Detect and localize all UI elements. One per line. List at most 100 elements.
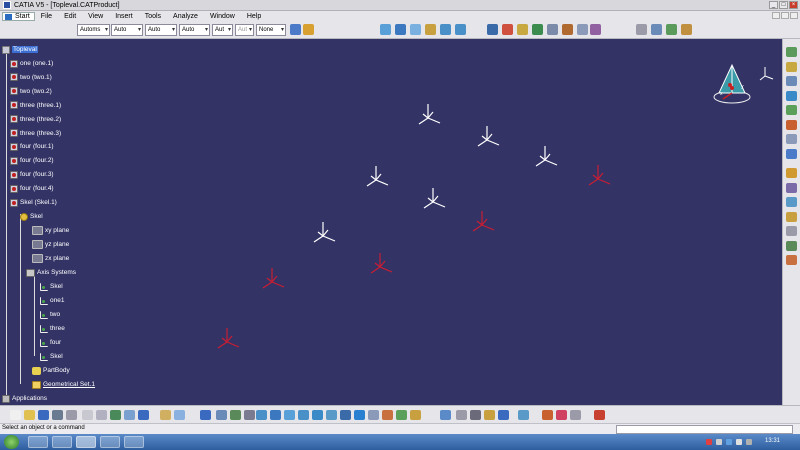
menu-analyze[interactable]: Analyze	[167, 13, 204, 20]
layer-combo[interactable]: None	[256, 24, 286, 36]
tray-alert-icon[interactable]	[706, 439, 712, 445]
bottom-tool-icon[interactable]	[354, 410, 365, 420]
bottom-tool-icon[interactable]	[470, 410, 481, 420]
bottom-tool-icon[interactable]	[570, 410, 581, 420]
bottom-tool-icon[interactable]	[82, 410, 93, 420]
menu-file[interactable]: File	[35, 13, 58, 20]
bottom-tool-icon[interactable]	[396, 410, 407, 420]
tree-applications-node[interactable]: Applications	[2, 393, 47, 404]
manipulate-icon[interactable]	[666, 24, 677, 35]
minimize-button[interactable]: _	[769, 1, 778, 9]
hide-show-icon[interactable]	[547, 24, 558, 35]
swap-visible-space-icon[interactable]	[562, 24, 573, 35]
tree-geoset-node-label[interactable]: Geometrical Set.1	[43, 381, 95, 388]
tree-applications-node-label[interactable]: Applications	[12, 395, 47, 402]
menu-insert[interactable]: Insert	[109, 13, 139, 20]
bottom-tool-icon[interactable]	[382, 410, 393, 420]
menu-window[interactable]: Window	[204, 13, 241, 20]
tree-part-node[interactable]: four (four.2)	[10, 155, 54, 166]
tree-part-node[interactable]: four (four.1)	[10, 141, 54, 152]
taskbar-folder-button[interactable]	[76, 436, 96, 448]
bottom-tool-icon[interactable]	[216, 410, 227, 420]
windows-start-button[interactable]	[4, 435, 19, 449]
tree-root-node[interactable]: Topleval	[2, 44, 38, 55]
bottom-tool-icon[interactable]	[298, 410, 309, 420]
bottom-tool-icon[interactable]	[256, 410, 267, 420]
tree-part-label[interactable]: four (four.2)	[20, 157, 54, 164]
bottom-tool-icon[interactable]	[124, 410, 135, 420]
tree-part-label[interactable]: three (three.3)	[20, 130, 61, 137]
shading-icon[interactable]	[532, 24, 543, 35]
tree-axis-systems-node[interactable]: Axis Systems	[26, 267, 76, 278]
tray-battery-icon[interactable]	[746, 439, 752, 445]
right-tool-icon[interactable]	[786, 168, 797, 178]
right-tool-icon[interactable]	[786, 226, 797, 236]
bottom-tool-icon[interactable]	[52, 410, 63, 420]
right-tool-icon[interactable]	[786, 76, 797, 86]
measure-icon[interactable]	[590, 24, 601, 35]
bottom-tool-icon[interactable]	[270, 410, 281, 420]
rendering-style-combo[interactable]: Aut	[235, 24, 254, 36]
tree-part-label[interactable]: Skel (Skel.1)	[20, 199, 57, 206]
tree-axis-node-label[interactable]: four	[50, 339, 61, 346]
tree-part-node[interactable]: Skel (Skel.1)	[10, 197, 57, 208]
tree-part-label[interactable]: three (three.1)	[20, 102, 61, 109]
tree-axis-node-label[interactable]: two	[50, 311, 60, 318]
pan-icon[interactable]	[410, 24, 421, 35]
line-type-combo[interactable]: Auto	[179, 24, 210, 36]
tree-axis-systems-node-label[interactable]: Axis Systems	[37, 269, 76, 276]
doc-close-button[interactable]	[790, 12, 798, 19]
bottom-tool-icon[interactable]	[326, 410, 337, 420]
rotate-icon[interactable]	[425, 24, 436, 35]
tree-skel-node[interactable]: Skel	[20, 211, 43, 222]
properties-brush-icon[interactable]	[303, 24, 314, 35]
tree-axis-node[interactable]: three	[40, 323, 65, 334]
fly-mode-icon[interactable]	[380, 24, 391, 35]
tree-part-label[interactable]: four (four.3)	[20, 171, 54, 178]
catia-app-icon[interactable]	[3, 1, 11, 9]
right-tool-icon[interactable]	[786, 61, 797, 72]
right-tool-icon[interactable]	[786, 148, 797, 159]
tree-plane-node-label[interactable]: zx plane	[45, 255, 69, 262]
doc-minimize-button[interactable]	[772, 12, 780, 19]
axis-system-glyph[interactable]	[262, 268, 285, 289]
menu-tools[interactable]: Tools	[139, 13, 167, 20]
taskbar-explorer-button[interactable]	[28, 436, 48, 448]
bottom-tool-icon[interactable]	[484, 410, 495, 420]
bottom-tool-icon[interactable]	[200, 410, 211, 420]
bottom-tool-icon[interactable]	[284, 410, 295, 420]
tree-part-label[interactable]: one (one.1)	[20, 60, 53, 67]
tree-part-node[interactable]: two (two.1)	[10, 72, 52, 83]
bottom-tool-icon[interactable]	[542, 410, 553, 420]
bottom-tool-icon[interactable]	[38, 410, 49, 420]
menu-start[interactable]: Start	[2, 11, 35, 21]
right-tool-icon[interactable]	[786, 255, 797, 265]
axis-system-glyph[interactable]	[535, 146, 558, 167]
tree-axis-node[interactable]: Skel	[40, 281, 63, 292]
assembly-constraints-icon[interactable]	[651, 24, 662, 35]
bottom-tool-icon[interactable]	[24, 410, 35, 420]
right-tool-icon[interactable]	[786, 211, 797, 222]
tree-part-node[interactable]: one (one.1)	[10, 58, 53, 69]
right-tool-icon[interactable]	[786, 119, 797, 130]
tree-axis-node-label[interactable]: three	[50, 325, 65, 332]
bottom-tool-icon[interactable]	[66, 410, 77, 420]
right-tool-icon[interactable]	[786, 182, 797, 193]
tree-axis-node[interactable]: two	[40, 309, 60, 320]
tray-flag-icon[interactable]	[716, 439, 722, 445]
tray-volume-icon[interactable]	[736, 439, 742, 445]
compass[interactable]: x y	[713, 63, 751, 104]
transparency-combo[interactable]: Auto	[111, 24, 143, 36]
menu-help[interactable]: Help	[241, 13, 267, 20]
zoom-out-icon[interactable]	[455, 24, 466, 35]
tree-axis-node[interactable]: four	[40, 337, 61, 348]
bottom-tool-icon[interactable]	[556, 410, 567, 420]
right-tool-icon[interactable]	[786, 134, 797, 144]
command-input[interactable]	[616, 425, 793, 434]
snap-icon[interactable]	[681, 24, 692, 35]
tree-part-node[interactable]: three (three.3)	[10, 128, 61, 139]
tree-part-label[interactable]: three (three.2)	[20, 116, 61, 123]
tree-partbody-node[interactable]: PartBody	[32, 365, 70, 376]
bottom-tool-icon[interactable]	[340, 410, 351, 420]
tree-part-label[interactable]: two (two.2)	[20, 88, 52, 95]
